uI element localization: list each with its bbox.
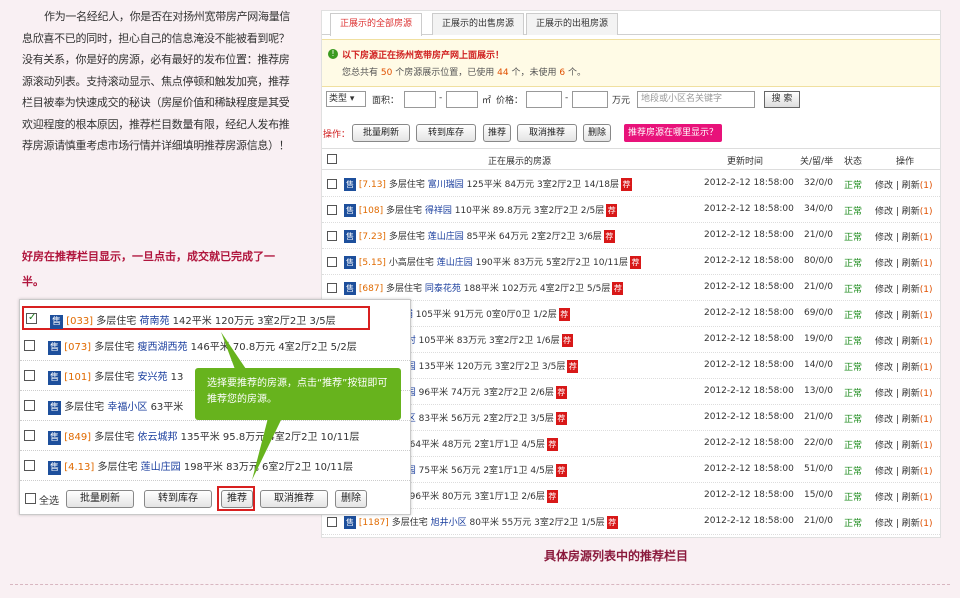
callout-arrow <box>221 332 282 480</box>
callout-tip: 选择要推荐的房源，点击“推荐”按钮即可推荐您的房源。 <box>195 368 401 420</box>
